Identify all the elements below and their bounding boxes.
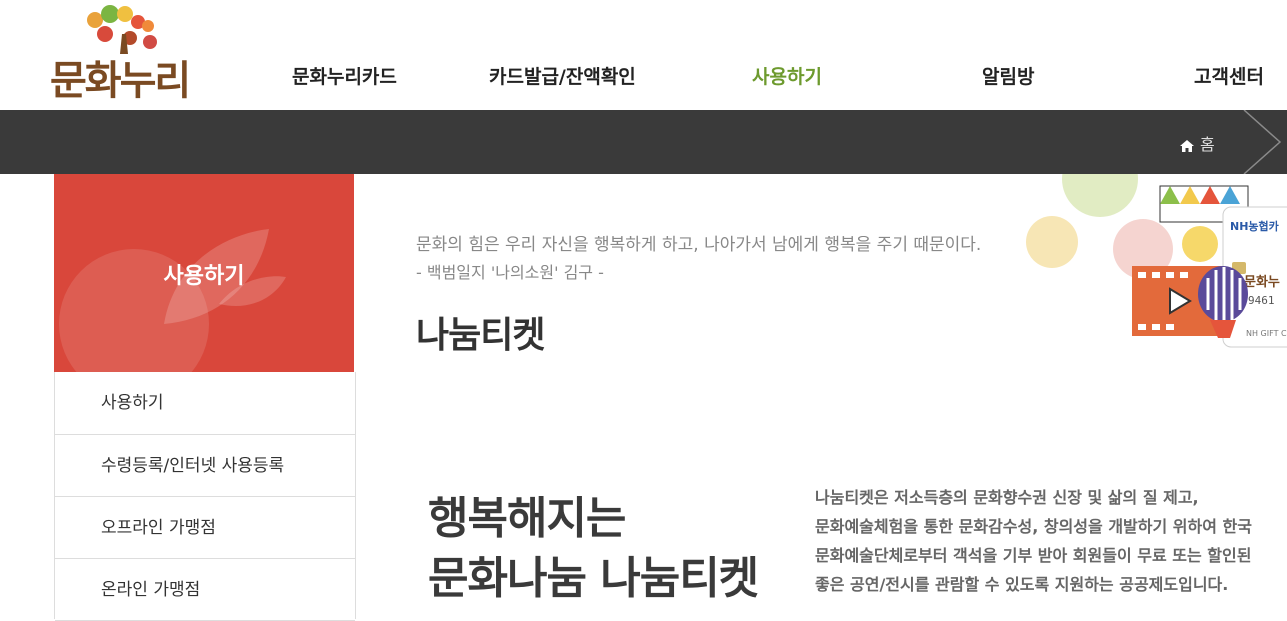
- sidebar-item-online-stores[interactable]: 온라인 가맹점: [55, 559, 355, 621]
- nav-item-card[interactable]: 문화누리카드: [292, 62, 397, 89]
- description-line: 나눔티켓은 저소득층의 문화향수권 신장 및 삶의 질 제고,: [815, 488, 1199, 507]
- nav-item-issue-balance[interactable]: 카드발급/잔액확인: [489, 62, 636, 89]
- description-line: 문화예술단체로부터 객석을 기부 받아 회원들이 무료 또는 할인된: [815, 546, 1252, 565]
- banner-heading-line1: 행복해지는: [428, 493, 626, 544]
- breadcrumb-home[interactable]: 홈: [1180, 131, 1215, 155]
- svg-text:NH농협카: NH농협카: [1230, 219, 1279, 233]
- sidebar-item-usage[interactable]: 사용하기: [55, 372, 355, 435]
- logo-tree-icon: [87, 5, 157, 54]
- home-icon: [1180, 139, 1194, 152]
- card-illustration: NH농협카 문화누 9461 NH GIFT C: [1026, 174, 1287, 348]
- chevron-right-icon: [1243, 110, 1282, 174]
- site-header: 문화누리 문화누리카드 카드발급/잔액확인 사용하기 알림방 고객센터: [0, 0, 1287, 111]
- description-line: 좋은 공연/전시를 관람할 수 있도록 지원하는 공공제도입니다.: [815, 575, 1229, 594]
- svg-text:9461: 9461: [1248, 294, 1275, 307]
- nav-item-usage[interactable]: 사용하기: [752, 62, 822, 89]
- sidebar-item-registration[interactable]: 수령등록/인터넷 사용등록: [55, 435, 355, 497]
- svg-text:NH GIFT C: NH GIFT C: [1246, 329, 1287, 338]
- sidebar-title: 사용하기: [163, 264, 245, 289]
- quote-text: 문화의 힘은 우리 자신을 행복하게 하고, 나아가서 남에게 행복을 주기 때…: [416, 235, 982, 255]
- page-title: 나눔티켓: [416, 315, 545, 356]
- breadcrumb-home-label: 홈: [1200, 135, 1215, 154]
- sidebar-menu: 사용하기 수령등록/인터넷 사용등록 오프라인 가맹점 온라인 가맹점: [54, 372, 356, 621]
- main-nav: 문화누리카드 카드발급/잔액확인 사용하기 알림방 고객센터: [0, 62, 1287, 92]
- breadcrumb-bar: 홈: [0, 110, 1287, 174]
- quote-source: - 백범일지 '나의소원' 김구 -: [416, 263, 604, 282]
- sidebar-item-offline-stores[interactable]: 오프라인 가맹점: [55, 497, 355, 559]
- banner-heading-line2: 문화나눔 나눔티켓: [428, 553, 759, 604]
- svg-text:문화누: 문화누: [1244, 274, 1280, 290]
- description-line: 문화예술체험을 통한 문화감수성, 창의성을 개발하기 위하여 한국: [815, 517, 1252, 536]
- sidebar-header: 사용하기: [54, 174, 354, 372]
- nav-item-customer-center[interactable]: 고객센터: [1194, 62, 1264, 89]
- nav-item-notice[interactable]: 알림방: [982, 62, 1034, 89]
